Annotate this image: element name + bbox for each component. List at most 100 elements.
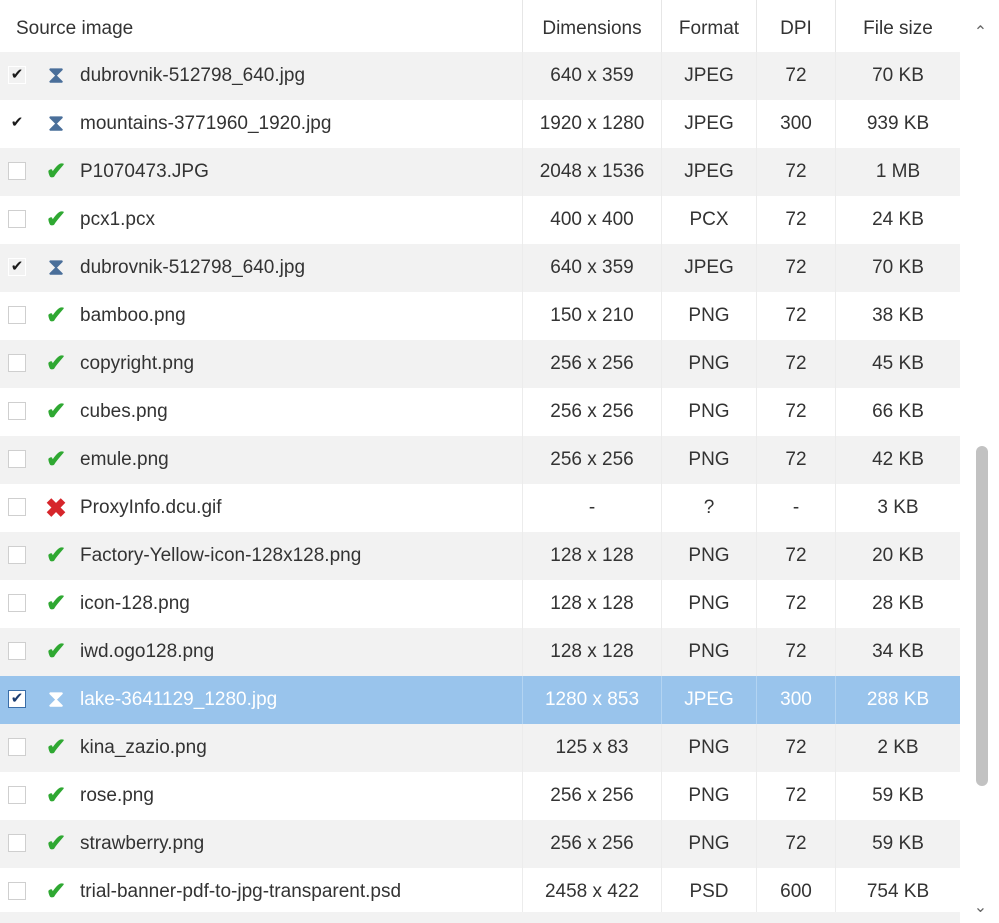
cell-dimensions: 128 x 128 <box>523 532 662 580</box>
cell-format: PNG <box>662 388 757 436</box>
column-header-source-image[interactable]: Source image <box>0 0 523 52</box>
table-row[interactable]: ✔ Factory-Yellow-icon-128x128.png 128 x 12… <box>0 532 960 580</box>
cell-size: 66 KB <box>872 401 924 422</box>
cell-dpi: 300 <box>757 100 836 148</box>
row-checkbox[interactable] <box>8 354 26 372</box>
cell-size: 20 KB <box>872 545 924 566</box>
green-check-icon: ✔ <box>45 542 67 569</box>
cell-format: PNG <box>662 292 757 340</box>
row-checkbox[interactable] <box>8 786 26 804</box>
row-checkbox[interactable] <box>8 594 26 612</box>
green-check-icon: ✔ <box>45 302 67 329</box>
cell-dpi: 72 <box>757 532 836 580</box>
cell-size: 2 KB <box>877 737 919 758</box>
column-header-dpi[interactable]: DPI <box>757 0 836 52</box>
table-row[interactable]: ✔ strawberry.png 256 x 256 PNG 72 59 KB <box>0 820 960 868</box>
cell-size: 42 KB <box>872 449 924 470</box>
table-row[interactable]: ✔ trial-banner-pdf-to-jpg-transparent.psd… <box>0 868 960 916</box>
cell-source-image: ✔ pcx1.pcx <box>0 196 523 244</box>
cell-size: 288 KB <box>866 689 930 710</box>
cell-size: 38 KB <box>872 305 924 326</box>
table-row[interactable]: ✔ bamboo.png 150 x 210 PNG 72 38 KB <box>0 292 960 340</box>
cell-source-image: ✔ kina_zazio.png <box>0 724 523 772</box>
cell-dpi: 72 <box>757 580 836 628</box>
cell-dpi: 72 <box>757 820 836 868</box>
cell-size: 70 KB <box>872 65 924 86</box>
row-checkbox[interactable] <box>8 546 26 564</box>
chevron-up-icon[interactable]: ⌃ <box>962 18 999 48</box>
table-row[interactable]: ✔ ⧗ lake-3641129_1280.jpg 1280 x 853 JPEG 300… <box>0 676 960 724</box>
cell-dimensions: 640 x 359 <box>523 244 662 292</box>
row-checkbox[interactable]: ✔ <box>8 66 26 84</box>
cell-size: 45 KB <box>872 353 924 374</box>
row-checkbox[interactable]: ✔ <box>8 114 26 132</box>
chevron-down-icon[interactable]: ⌄ <box>962 893 999 923</box>
cell-source-image: ✔ trial-banner-pdf-to-jpg-transparent.psd <box>0 868 523 916</box>
row-checkbox[interactable] <box>8 738 26 756</box>
file-name: kina_zazio.png <box>80 737 207 758</box>
cell-source-image: ✔ copyright.png <box>0 340 523 388</box>
cell-source-image: ✔ rose.png <box>0 772 523 820</box>
cell-dpi: 72 <box>757 244 836 292</box>
table-row[interactable]: ✔ ⧗ dubrovnik-512798_640.jpg 640 x 359 JPEG 7… <box>0 52 960 100</box>
cell-dimensions: 1920 x 1280 <box>523 100 662 148</box>
row-checkbox[interactable] <box>8 642 26 660</box>
green-check-icon: ✔ <box>45 206 67 233</box>
file-name: pcx1.pcx <box>80 209 155 230</box>
row-checkbox[interactable] <box>8 210 26 228</box>
table-row[interactable]: ✔ iwd.ogo128.png 128 x 128 PNG 72 34 KB <box>0 628 960 676</box>
row-checkbox[interactable]: ✔ <box>8 690 26 708</box>
file-name: ProxyInfo.dcu.gif <box>80 497 222 518</box>
cell-dimensions: - <box>523 484 662 532</box>
cell-dimensions: 128 x 128 <box>523 628 662 676</box>
table-row[interactable]: ✔ ⧗ dubrovnik-512798_640.jpg 640 x 359 JPEG 7… <box>0 244 960 292</box>
cell-dpi: 600 <box>757 868 836 916</box>
table-row[interactable]: ✖ ProxyInfo.dcu.gif -? - 3 KB <box>0 484 960 532</box>
vertical-scrollbar[interactable]: ⌃ ⌄ <box>962 0 999 923</box>
cell-dimensions: 2048 x 1536 <box>523 148 662 196</box>
table-row[interactable]: ✔ rose.png 256 x 256 PNG 72 59 KB <box>0 772 960 820</box>
cell-dimensions: 640 x 359 <box>523 52 662 100</box>
cell-size: 59 KB <box>872 833 924 854</box>
column-header-dimensions[interactable]: Dimensions <box>523 0 662 52</box>
table-row[interactable]: ✔ emule.png 256 x 256 PNG 72 42 KB <box>0 436 960 484</box>
row-checkbox[interactable] <box>8 306 26 324</box>
file-name: icon-128.png <box>80 593 190 614</box>
row-checkbox[interactable] <box>8 402 26 420</box>
cell-source-image: ✔ ⧗ lake-3641129_1280.jpg <box>0 676 523 724</box>
cell-dpi: 72 <box>757 772 836 820</box>
cell-dpi: 72 <box>757 436 836 484</box>
table-row[interactable]: ✔ cubes.png 256 x 256 PNG 72 66 KB <box>0 388 960 436</box>
column-header-file-size[interactable]: File size <box>836 0 960 52</box>
file-name: dubrovnik-512798_640.jpg <box>80 257 306 278</box>
green-check-icon: ✔ <box>45 734 67 761</box>
column-header-format[interactable]: Format <box>662 0 757 52</box>
row-checkbox[interactable]: ✔ <box>8 258 26 276</box>
cell-dpi: 72 <box>757 628 836 676</box>
row-checkbox[interactable] <box>8 450 26 468</box>
cell-dpi: 72 <box>757 52 836 100</box>
table-row[interactable]: ✔ P1070473.JPG 2048 x 1536 JPEG 72 1 MB <box>0 148 960 196</box>
cell-dimensions: 256 x 256 <box>523 436 662 484</box>
row-checkbox[interactable] <box>8 834 26 852</box>
cell-size: 754 KB <box>866 881 930 902</box>
cell-size: 939 KB <box>866 113 930 134</box>
table-row[interactable]: ✔ copyright.png 256 x 256 PNG 72 45 KB <box>0 340 960 388</box>
cell-size: 59 KB <box>872 785 924 806</box>
image-list-view[interactable]: Source image Dimensions Format DPI File … <box>0 0 999 923</box>
cell-source-image: ✔ emule.png <box>0 436 523 484</box>
cell-dpi: 72 <box>757 196 836 244</box>
cell-size: 28 KB <box>872 593 924 614</box>
table-row[interactable]: ✔ icon-128.png 128 x 128 PNG 72 28 KB <box>0 580 960 628</box>
scrollbar-thumb[interactable] <box>976 446 988 786</box>
row-checkbox[interactable] <box>8 162 26 180</box>
table-row[interactable]: ✔ kina_zazio.png 125 x 83 PNG 72 2 KB <box>0 724 960 772</box>
hourglass-icon: ⧗ <box>47 62 65 89</box>
table-row[interactable]: ✔ pcx1.pcx 400 x 400 PCX 72 24 KB <box>0 196 960 244</box>
cell-source-image: ✔ Factory-Yellow-icon-128x128.png <box>0 532 523 580</box>
file-name: P1070473.JPG <box>80 161 209 182</box>
row-checkbox[interactable] <box>8 882 26 900</box>
table-row[interactable]: ✔ ⧗ mountains-3771960_1920.jpg 1920 x 1280 J… <box>0 100 960 148</box>
row-checkbox[interactable] <box>8 498 26 516</box>
cell-source-image: ✔ icon-128.png <box>0 580 523 628</box>
